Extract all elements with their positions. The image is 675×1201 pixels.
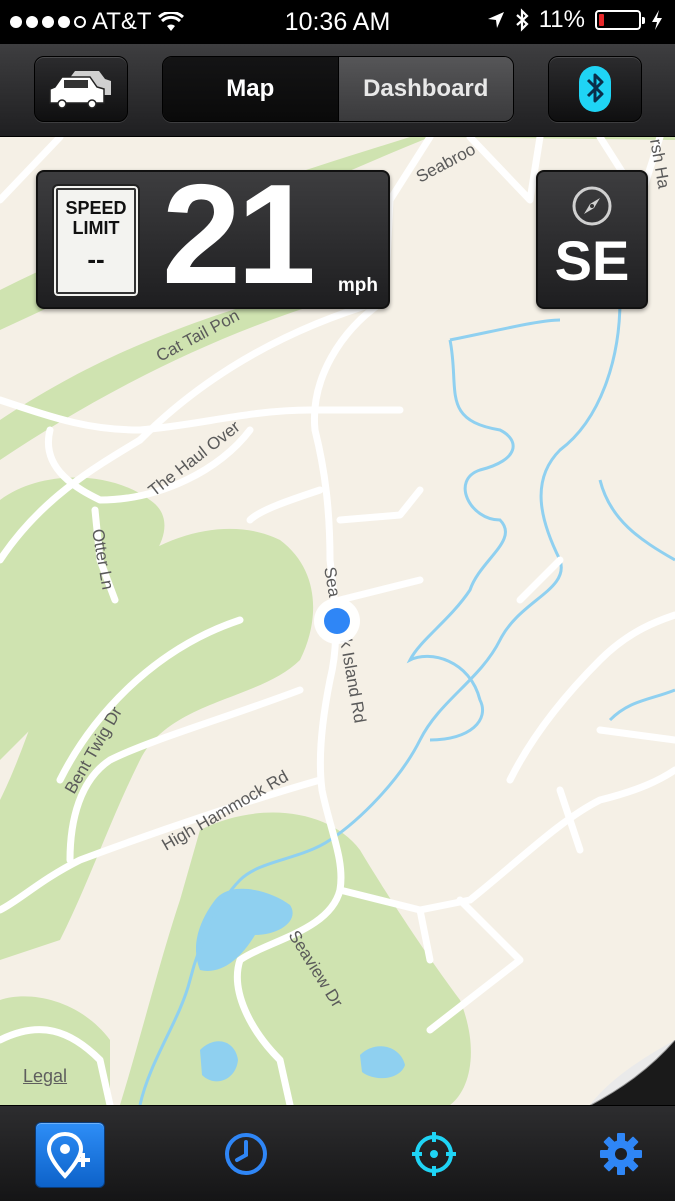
bluetooth-icon (579, 66, 611, 112)
pin-plus-icon (47, 1131, 90, 1179)
crosshair-icon (412, 1132, 456, 1176)
speed-limit-value: -- (87, 244, 105, 274)
battery-icon (595, 10, 645, 30)
speed-panel: SPEED LIMIT -- 21 mph (36, 160, 390, 310)
tab-dashboard[interactable]: Dashboard (337, 57, 513, 121)
bottom-tab-bar (0, 1105, 675, 1201)
add-location-button[interactable] (35, 1122, 105, 1188)
status-bar: AT&T 10:36 AM 11% (0, 0, 675, 44)
current-location-dot (314, 598, 360, 644)
settings-button[interactable] (587, 1122, 655, 1186)
compass-icon (572, 186, 612, 226)
gear-icon (600, 1133, 642, 1175)
bluetooth-button[interactable] (548, 56, 642, 122)
legal-link[interactable]: Legal (23, 1066, 67, 1087)
battery-percent: 11% (538, 6, 585, 33)
page-curl-icon[interactable] (589, 1040, 675, 1106)
locate-button[interactable] (400, 1122, 468, 1186)
location-arrow-icon (487, 12, 504, 28)
tab-map[interactable]: Map (163, 57, 338, 121)
charging-icon (652, 10, 662, 30)
street-label: k Island Rd (336, 637, 369, 724)
street-label: Sea (320, 565, 344, 599)
top-toolbar: Map Dashboard (0, 44, 675, 137)
bluetooth-status-icon (515, 8, 529, 32)
speed-limit-label-1: SPEED (65, 198, 127, 218)
cars-icon (49, 71, 111, 109)
speed-unit: mph (337, 275, 378, 296)
view-segmented-control: Map Dashboard (162, 56, 514, 122)
speed-limit-sign: SPEED LIMIT -- (52, 184, 140, 298)
clock-icon (225, 1133, 267, 1175)
history-button[interactable] (212, 1122, 280, 1186)
current-speed: 21 (162, 155, 316, 314)
speed-limit-label-2: LIMIT (72, 218, 120, 238)
street-label: rsh Ha (646, 137, 674, 190)
vehicles-button[interactable] (34, 56, 128, 122)
heading-panel: SE (536, 170, 648, 309)
status-right: 11% (487, 6, 663, 34)
heading-direction: SE (554, 229, 630, 292)
